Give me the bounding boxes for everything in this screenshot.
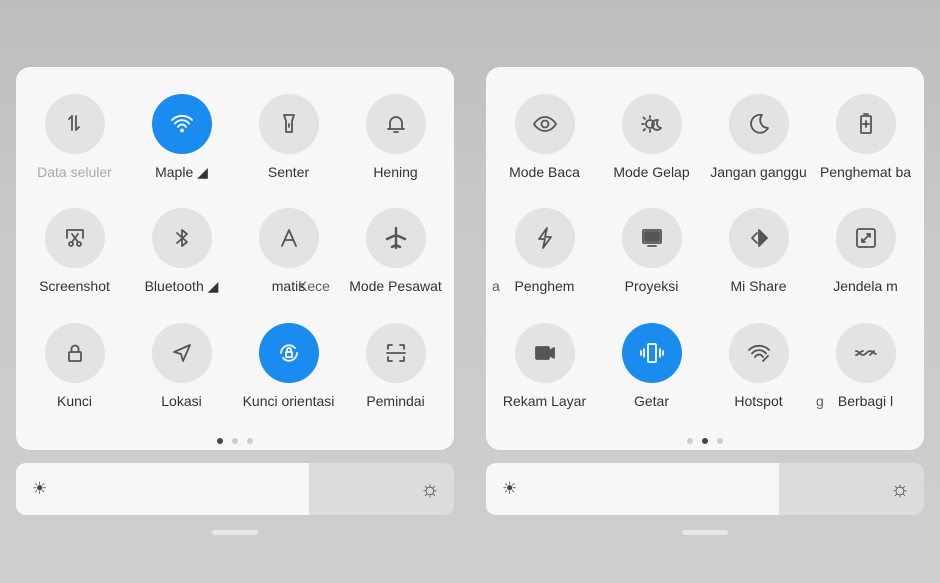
- drag-handle[interactable]: [682, 530, 728, 535]
- tile-label: Rekam Layar: [502, 393, 587, 409]
- quick-settings-panel-2: Mode Baca Mode Gelap Jangan ganggu Penghema…: [486, 67, 924, 450]
- page-dot[interactable]: [217, 438, 223, 444]
- tile-label: Screenshot: [39, 278, 110, 294]
- scanner-icon[interactable]: [365, 323, 426, 383]
- tile-label: Kunci orientasi: [242, 393, 335, 409]
- scissors-screenshot-icon[interactable]: [44, 208, 105, 268]
- page-indicator: [486, 438, 924, 444]
- page-dot[interactable]: [247, 438, 253, 444]
- mi-share-icon[interactable]: [728, 208, 789, 268]
- tile-label: Penghemat ba: [819, 164, 912, 180]
- brightness-high-icon: ☼: [419, 476, 440, 501]
- tile-airplane[interactable]: Mode Pesawat: [342, 208, 449, 294]
- tile-label: Lokasi: [161, 393, 202, 409]
- floating-window-icon[interactable]: [835, 208, 896, 268]
- truncated-label: Kece: [298, 278, 330, 294]
- brightness-low-icon: ☀: [502, 479, 518, 498]
- brightness-fill: [486, 463, 780, 515]
- monitor-icon[interactable]: [621, 208, 682, 268]
- tile-label: Jendela m: [833, 278, 898, 294]
- brightness-slider[interactable]: ☀ ☼: [486, 463, 924, 515]
- tile-floating-window[interactable]: Jendela m: [812, 208, 919, 294]
- tile-label: Kunci: [56, 393, 93, 409]
- tile-scanner[interactable]: Pemindai: [342, 323, 449, 409]
- page-dot[interactable]: [717, 438, 723, 444]
- location-arrow-icon[interactable]: [151, 323, 212, 383]
- tile-bluetooth[interactable]: Bluetooth ◢: [128, 208, 235, 295]
- tile-share-link[interactable]: Berbagi l: [812, 323, 919, 409]
- tile-label: Hening: [373, 164, 418, 180]
- drag-handle[interactable]: [212, 530, 258, 535]
- tile-hotspot[interactable]: Hotspot: [705, 323, 812, 409]
- tile-label: Berbagi l: [837, 393, 894, 409]
- brightness-slider[interactable]: ☀ ☼: [16, 463, 454, 515]
- hotspot-icon[interactable]: [728, 323, 789, 383]
- tile-label: Mode Baca: [509, 164, 580, 180]
- flashlight-icon[interactable]: [258, 94, 319, 154]
- bell-icon[interactable]: [365, 94, 426, 154]
- tile-label: Data seluler: [37, 164, 112, 180]
- video-camera-icon[interactable]: [514, 323, 575, 383]
- page-dot[interactable]: [702, 438, 708, 444]
- tile-vibrate[interactable]: Getar: [598, 323, 705, 409]
- data-arrows-icon[interactable]: [44, 94, 105, 154]
- page-dot[interactable]: [687, 438, 693, 444]
- tile-moon[interactable]: Jangan ganggu: [705, 94, 812, 180]
- tile-bell[interactable]: Hening: [342, 94, 449, 180]
- brightness-low-icon: ☀: [32, 479, 48, 498]
- bluetooth-icon[interactable]: [151, 208, 212, 268]
- tile-eye[interactable]: Mode Baca: [491, 94, 598, 180]
- tile-rotation-lock[interactable]: Kunci orientasi: [235, 323, 342, 409]
- airplane-icon[interactable]: [365, 208, 426, 268]
- tile-data-arrows[interactable]: Data seluler: [21, 94, 128, 180]
- tile-lightning[interactable]: Penghem: [491, 208, 598, 294]
- tile-scissors-screenshot[interactable]: Screenshot: [21, 208, 128, 294]
- tile-label: Jangan ganggu: [710, 164, 807, 180]
- tile-lock[interactable]: Kunci: [21, 323, 128, 409]
- moon-icon[interactable]: [728, 94, 789, 154]
- tile-label: Mode Pesawat: [349, 278, 442, 294]
- vibrate-icon[interactable]: [621, 323, 682, 383]
- tile-monitor[interactable]: Proyeksi: [598, 208, 705, 294]
- page-dot[interactable]: [232, 438, 238, 444]
- truncated-label: a: [492, 278, 500, 294]
- tile-flashlight[interactable]: Senter: [235, 94, 342, 180]
- eye-icon[interactable]: [514, 94, 575, 154]
- tile-dark-mode[interactable]: Mode Gelap: [598, 94, 705, 180]
- tile-battery-plus[interactable]: Penghemat ba: [812, 94, 919, 180]
- share-link-icon[interactable]: [835, 323, 896, 383]
- truncated-label: g: [816, 393, 824, 409]
- tile-label: Hotspot: [734, 393, 783, 409]
- quick-settings-panel-1: Data seluler Maple ◢ Senter Hening Screensho…: [16, 67, 454, 450]
- tile-label: Senter: [267, 164, 310, 180]
- rotation-lock-icon[interactable]: [258, 323, 319, 383]
- wifi-icon[interactable]: [151, 94, 212, 154]
- tile-label: Bluetooth ◢: [144, 278, 219, 294]
- tile-wifi[interactable]: Maple ◢: [128, 94, 235, 181]
- brightness-fill: [16, 463, 310, 515]
- page-indicator: [16, 438, 454, 444]
- tile-label: Getar: [633, 393, 669, 409]
- lightning-icon[interactable]: [514, 208, 575, 268]
- tile-video-camera[interactable]: Rekam Layar: [491, 323, 598, 409]
- tile-label: Mode Gelap: [613, 164, 690, 180]
- battery-plus-icon[interactable]: [835, 94, 896, 154]
- tile-mi-share[interactable]: Mi Share: [705, 208, 812, 294]
- tile-label: Pemindai: [366, 393, 425, 409]
- tile-label: Penghem: [514, 278, 575, 294]
- tile-location-arrow[interactable]: Lokasi: [128, 323, 235, 409]
- auto-brightness-a-icon[interactable]: [258, 208, 319, 268]
- dark-mode-icon[interactable]: [621, 94, 682, 154]
- tile-label: Proyeksi: [624, 278, 679, 294]
- tile-label: Maple ◢: [155, 164, 208, 180]
- lock-icon[interactable]: [44, 323, 105, 383]
- tile-label: Mi Share: [730, 278, 787, 294]
- brightness-high-icon: ☼: [889, 476, 910, 501]
